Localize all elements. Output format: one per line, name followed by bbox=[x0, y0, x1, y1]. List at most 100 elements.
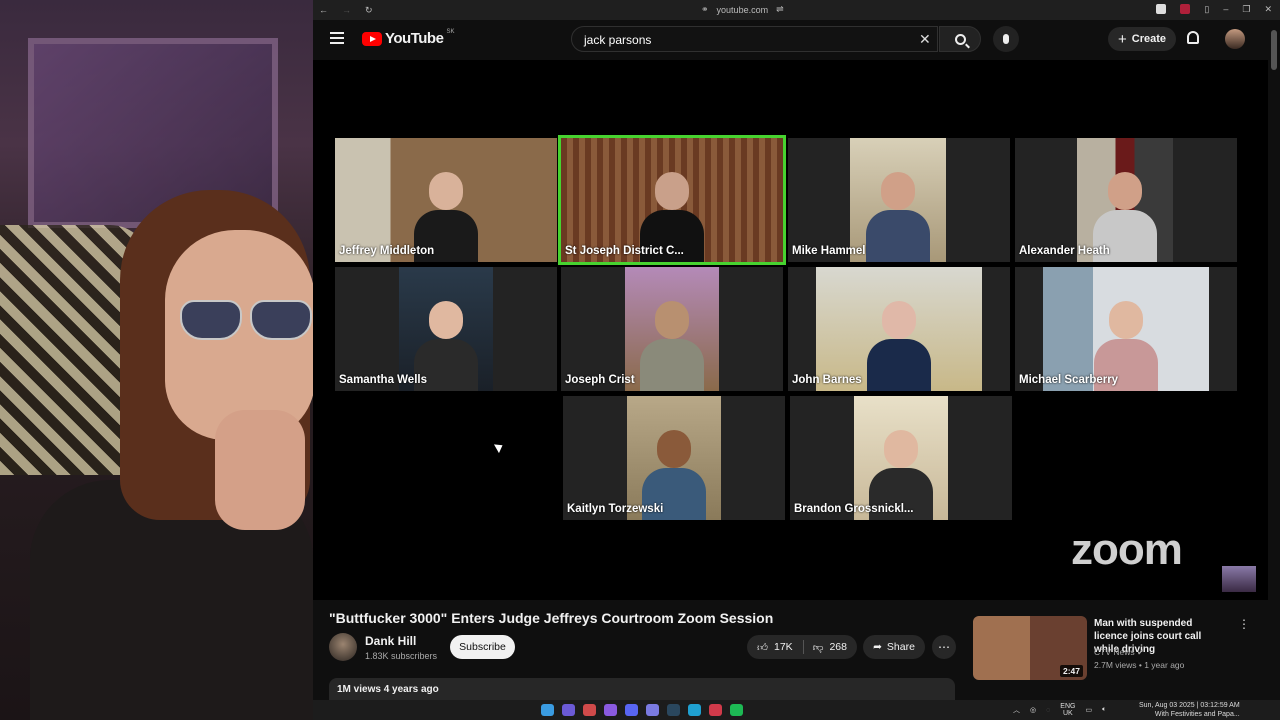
lang-line1: ENG bbox=[1060, 703, 1076, 710]
participant-video-feed bbox=[399, 267, 493, 391]
browser-window: ← → ↻ ⚭ youtube.com ⇌ ▯ – ❐ ✕ YouTube SK… bbox=[313, 0, 1280, 720]
clock-subtitle: With Festivities and Papa... bbox=[1154, 711, 1240, 718]
browser-topbar: ← → ↻ ⚭ youtube.com ⇌ ▯ – ❐ ✕ bbox=[313, 0, 1280, 20]
windows-start-icon[interactable] bbox=[541, 704, 554, 716]
edge-icon[interactable] bbox=[688, 704, 701, 716]
system-tray: ︿ ◎ ◌ ENG UK ▭ 🔈︎ bbox=[1013, 703, 1106, 717]
participant-video-feed bbox=[1043, 267, 1209, 391]
share-arrow-icon: ➦ bbox=[873, 641, 882, 653]
participant-name: Jeffrey Middleton bbox=[339, 245, 435, 257]
forward-arrow-icon[interactable]: → bbox=[342, 5, 351, 16]
minimize-icon[interactable]: – bbox=[1223, 4, 1228, 15]
restore-icon[interactable]: ❐ bbox=[1242, 4, 1250, 15]
country-code: SK bbox=[446, 28, 455, 35]
webcam-hand bbox=[215, 410, 305, 530]
recommendation-thumbnail[interactable]: 2:47 bbox=[973, 616, 1087, 680]
app-icon-2[interactable] bbox=[583, 704, 596, 716]
thumbs-down-icon: 👎︎ bbox=[812, 641, 824, 654]
close-window-icon[interactable]: ✕ bbox=[1264, 4, 1272, 15]
subscribe-button[interactable]: Subscribe bbox=[450, 635, 515, 659]
description-box[interactable]: 1M views 4 years ago bbox=[329, 678, 955, 700]
participant-video-feed bbox=[850, 138, 946, 262]
search-icon bbox=[954, 33, 966, 45]
reload-icon[interactable]: ↻ bbox=[365, 5, 373, 16]
channel-name[interactable]: Dank Hill bbox=[365, 634, 416, 648]
zoom-tile: Samantha Wells bbox=[335, 267, 557, 391]
windows-taskbar: ︿ ◎ ◌ ENG UK ▭ 🔈︎ Sun, Aug 03 2025 | 03:1… bbox=[313, 700, 1280, 720]
app-icon-1[interactable] bbox=[562, 704, 575, 716]
language-indicator[interactable]: ENG UK bbox=[1060, 703, 1075, 717]
lang-line2: UK bbox=[1063, 710, 1073, 717]
recommendation-channel-name: CTV News bbox=[1094, 647, 1135, 657]
dislike-count: 268 bbox=[829, 641, 847, 653]
zoom-tile: St Joseph District C... bbox=[558, 135, 786, 265]
tray-chevron-icon[interactable]: ︿ bbox=[1013, 705, 1020, 715]
recommendation-duration: 2:47 bbox=[1059, 665, 1083, 677]
dislike-button[interactable]: 👎︎ 268 bbox=[803, 635, 857, 659]
taskbar-apps bbox=[541, 704, 743, 716]
logo-text: YouTube bbox=[385, 30, 444, 47]
youtube-play-icon bbox=[362, 31, 382, 46]
youtube-logo[interactable]: YouTube SK bbox=[362, 28, 455, 47]
like-button[interactable]: 👍︎ 17K bbox=[747, 635, 803, 659]
recommendation-meta: 2.7M views • 1 year ago bbox=[1094, 660, 1185, 670]
voice-search-button[interactable] bbox=[993, 26, 1019, 52]
share-button[interactable]: ➦ Share bbox=[863, 635, 925, 659]
volume-icon[interactable]: 🔈︎ bbox=[1102, 706, 1106, 714]
more-actions-button[interactable]: ⋯ bbox=[932, 635, 956, 659]
participant-video-feed bbox=[335, 138, 557, 262]
create-button[interactable]: + Create bbox=[1108, 27, 1176, 51]
zoom-tile: Alexander Heath bbox=[1015, 138, 1237, 262]
like-count: 17K bbox=[773, 641, 793, 653]
app-icon-3[interactable] bbox=[604, 704, 617, 716]
taskbar-clock[interactable]: Sun, Aug 03 2025 | 03:12:59 AM With Fest… bbox=[1139, 701, 1240, 719]
zoom-watermark: zoom bbox=[1071, 525, 1183, 574]
more-dots-icon: ⋯ bbox=[938, 640, 950, 654]
search-button[interactable] bbox=[939, 26, 981, 52]
mouse-cursor bbox=[493, 440, 506, 454]
link-icon: ⚭ bbox=[701, 4, 709, 14]
verified-icon: ✔ bbox=[1137, 647, 1145, 657]
participant-name: Samantha Wells bbox=[339, 374, 427, 386]
clear-search-icon[interactable]: ✕ bbox=[919, 31, 931, 48]
participant-name: Michael Scarberry bbox=[1019, 374, 1119, 386]
hamburger-menu-icon[interactable] bbox=[330, 32, 344, 44]
thumbs-up-icon: 👍︎ bbox=[757, 641, 768, 654]
participant-figure bbox=[867, 301, 931, 391]
url-text: youtube.com bbox=[716, 4, 769, 15]
youtube-header: YouTube SK jack parsons ✕ + Create bbox=[313, 20, 1280, 60]
back-arrow-icon[interactable]: ← bbox=[319, 5, 328, 16]
channel-avatar[interactable] bbox=[329, 633, 357, 661]
settings-sliders-icon[interactable]: ⇌ bbox=[776, 4, 784, 15]
participant-name: Brandon Grossnickl... bbox=[794, 503, 914, 515]
sidebar-icon[interactable]: ▯ bbox=[1204, 4, 1209, 15]
zoom-tile: Michael Scarberry bbox=[1015, 267, 1237, 391]
network-icon[interactable]: ▭ bbox=[1085, 706, 1092, 714]
recommendation-menu-icon[interactable]: ⋮ bbox=[1238, 617, 1250, 631]
participant-video-feed bbox=[561, 138, 783, 262]
participant-name: Alexander Heath bbox=[1019, 245, 1110, 257]
participant-video-feed bbox=[627, 396, 721, 520]
spotify-icon[interactable] bbox=[730, 704, 743, 716]
address-bar[interactable]: ⚭ youtube.com ⇌ bbox=[701, 4, 784, 15]
tray-app-icon-2[interactable]: ◌ bbox=[1046, 707, 1050, 714]
account-avatar[interactable] bbox=[1225, 29, 1245, 49]
page-scrollbar[interactable] bbox=[1268, 20, 1280, 700]
search-input[interactable]: jack parsons bbox=[571, 26, 938, 52]
participant-name: John Barnes bbox=[792, 374, 862, 386]
video-player[interactable]: Jeffrey Middleton St Joseph District C...… bbox=[313, 60, 1268, 600]
participant-video-feed bbox=[854, 396, 948, 520]
chat-app-icon[interactable] bbox=[646, 704, 659, 716]
discord-icon[interactable] bbox=[625, 704, 638, 716]
extension-icon[interactable] bbox=[1156, 4, 1167, 14]
participant-video-feed bbox=[625, 267, 719, 391]
ublock-icon[interactable] bbox=[1180, 4, 1191, 14]
zoom-tile: John Barnes bbox=[788, 267, 1010, 391]
steam-icon[interactable] bbox=[667, 704, 680, 716]
screen: ← → ↻ ⚭ youtube.com ⇌ ▯ – ❐ ✕ YouTube SK… bbox=[0, 0, 1280, 720]
browser-app-icon[interactable] bbox=[709, 704, 722, 716]
notifications-bell-icon[interactable] bbox=[1187, 31, 1199, 44]
scrollbar-thumb[interactable] bbox=[1271, 30, 1277, 70]
tray-app-icon[interactable]: ◎ bbox=[1030, 706, 1036, 714]
recommendation-channel[interactable]: CTV News ✔ bbox=[1094, 647, 1144, 658]
